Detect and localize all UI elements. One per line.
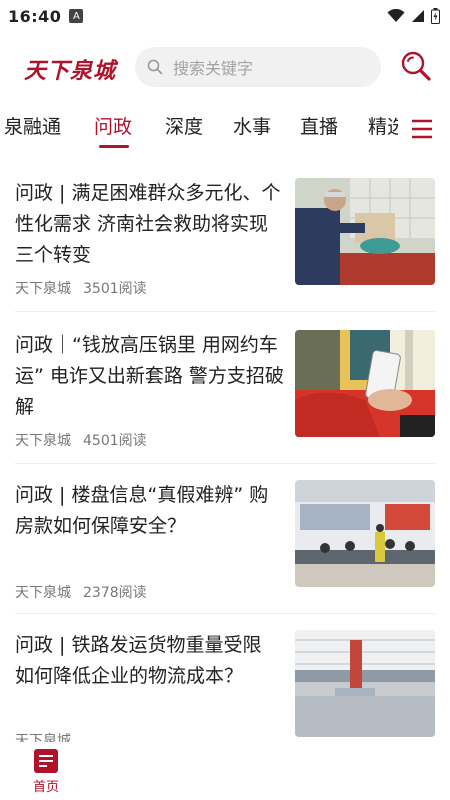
channel-tabs: 泉融通 问政 深度 水事 直播 精选 <box>0 104 450 150</box>
article-reads: 3501阅读 <box>83 281 147 297</box>
article-thumbnail <box>295 630 435 737</box>
article-source: 天下泉城 <box>15 433 71 449</box>
search-placeholder: 搜索关键字 <box>173 59 254 78</box>
article-thumbnail <box>295 480 435 587</box>
bottom-nav-home[interactable]: 首页 <box>28 749 64 795</box>
tab-zhibo[interactable]: 直播 <box>300 112 338 139</box>
search-button-icon[interactable] <box>398 48 434 84</box>
article-source: 天下泉城 <box>15 281 71 297</box>
article-item[interactable]: 问政 | 楼盘信息“真假难辨” 购房款如何保障安全？ 天下泉城 2378阅读 <box>15 467 435 613</box>
list-divider <box>15 311 435 312</box>
list-divider <box>15 613 435 614</box>
article-thumbnail <box>295 330 435 437</box>
article-item[interactable]: 问政 | 满足困难群众多元化、个性化需求 济南社会救助将实现三个转变 天下泉城 3… <box>15 165 435 311</box>
article-meta: 天下泉城 3501阅读 <box>15 278 147 298</box>
active-tab-indicator <box>99 145 129 148</box>
article-meta: 天下泉城 2378阅读 <box>15 582 147 602</box>
wifi-icon <box>387 9 405 22</box>
tab-wenzheng[interactable]: 问政 <box>94 112 132 139</box>
tab-shendu[interactable]: 深度 <box>165 112 203 139</box>
tab-jingxuan[interactable]: 精选 <box>368 112 398 139</box>
article-title: 问政 | 铁路发运货物重量受限 如何降低企业的物流成本？ <box>15 634 262 687</box>
app-header: 天下泉城 搜索关键字 <box>0 44 450 90</box>
article-thumbnail <box>295 178 435 285</box>
status-time: 16:40 <box>8 6 62 26</box>
search-icon <box>147 59 163 75</box>
article-title: 问政 | 满足困难群众多元化、个性化需求 济南社会救助将实现三个转变 <box>15 182 281 266</box>
status-bar: 16:40 A <box>0 0 450 32</box>
article-title: 问政 | 楼盘信息“真假难辨” 购房款如何保障安全？ <box>15 484 269 537</box>
bottom-nav: 首页 <box>0 742 450 800</box>
list-divider <box>15 463 435 464</box>
bottom-fade-overlay <box>100 742 450 800</box>
tab-quanrongtong[interactable]: 泉融通 <box>4 112 61 139</box>
home-tab-label: 首页 <box>32 780 59 795</box>
document-list-icon <box>34 749 58 773</box>
article-meta: 天下泉城 4501阅读 <box>15 430 147 450</box>
article-title: 问政｜“钱放高压锅里 用网约车运” 电诈又出新套路 警方支招破解 <box>15 334 284 418</box>
battery-icon <box>431 8 440 24</box>
article-reads: 4501阅读 <box>83 433 147 449</box>
article-reads: 2378阅读 <box>83 585 147 601</box>
hamburger-menu-icon[interactable] <box>410 118 434 140</box>
search-input[interactable]: 搜索关键字 <box>135 47 381 87</box>
notification-badge-icon: A <box>69 9 84 23</box>
article-source: 天下泉城 <box>15 585 71 601</box>
app-logo: 天下泉城 <box>24 58 117 84</box>
signal-icon <box>412 10 424 22</box>
article-item[interactable]: 问政｜“钱放高压锅里 用网约车运” 电诈又出新套路 警方支招破解 天下泉城 450… <box>15 317 435 463</box>
tab-shuishi[interactable]: 水事 <box>233 112 271 139</box>
